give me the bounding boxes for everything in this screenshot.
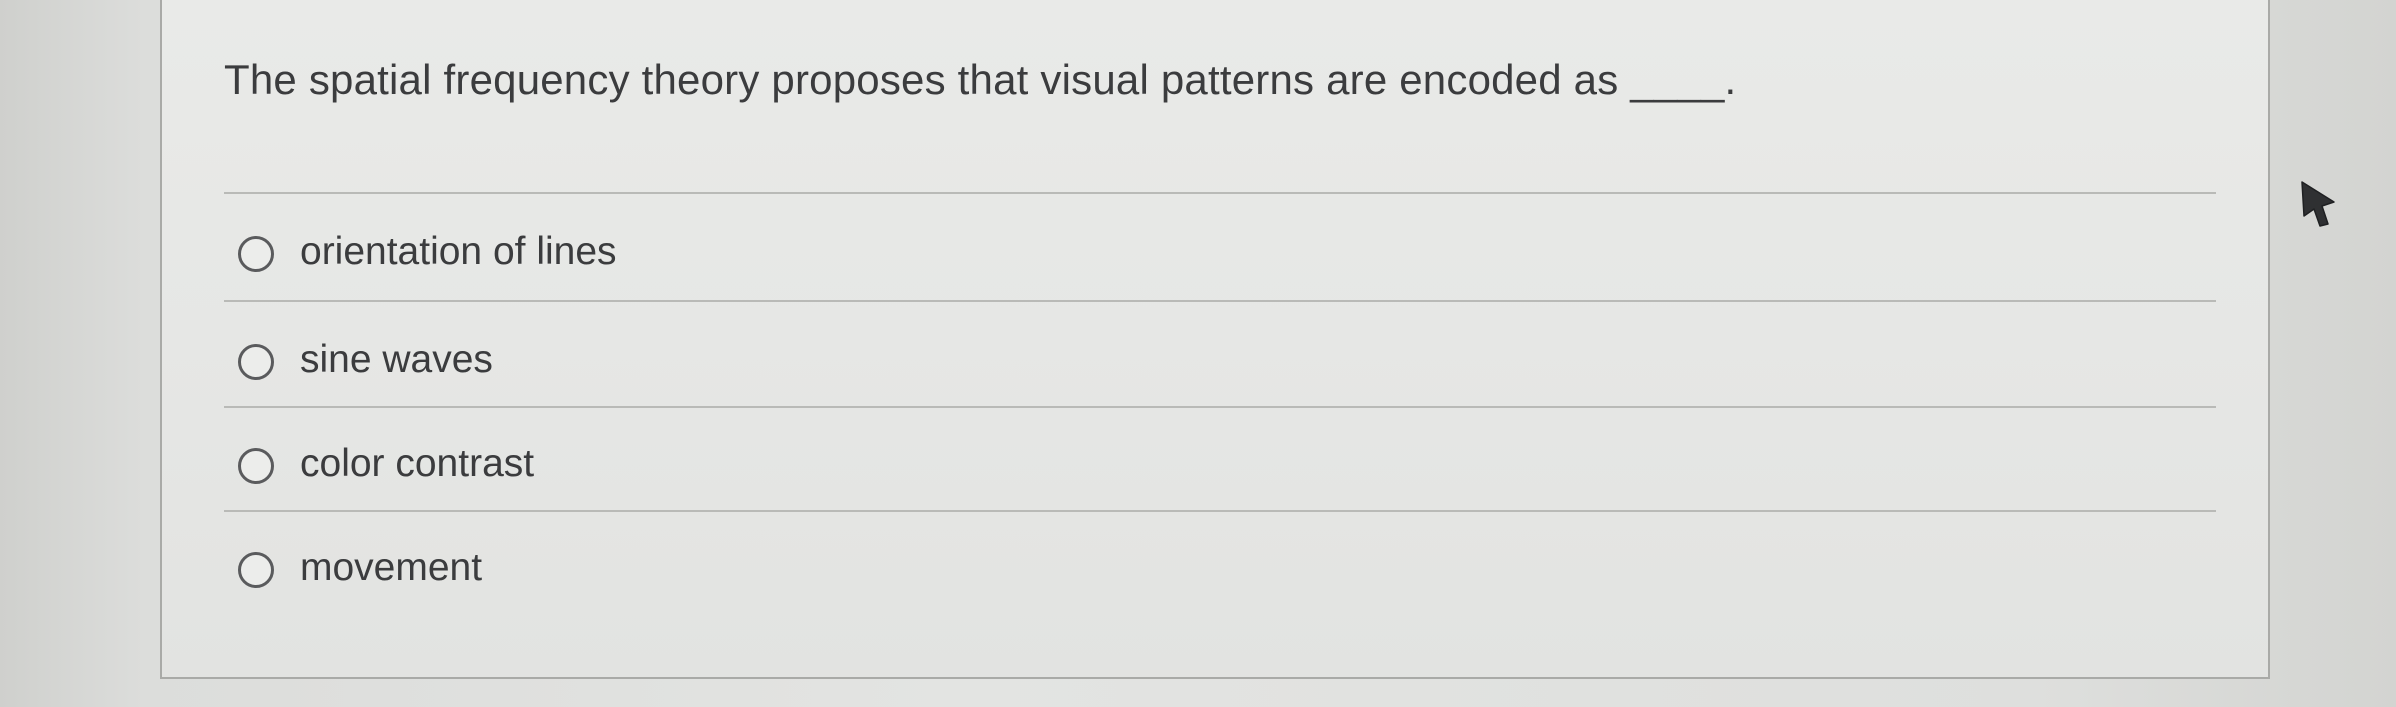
question-card: The spatial frequency theory proposes th… [160, 0, 2270, 679]
option-label: sine waves [300, 338, 493, 381]
radio-button[interactable] [238, 236, 274, 272]
option-label: movement [300, 546, 483, 589]
divider [224, 406, 2216, 408]
answer-option-orientation-of-lines[interactable]: orientation of lines [224, 202, 2216, 306]
radio-button[interactable] [238, 448, 274, 484]
answer-option-movement[interactable]: movement [224, 518, 2216, 622]
mouse-pointer-icon [2301, 181, 2335, 227]
radio-button[interactable] [238, 344, 274, 380]
divider [224, 192, 2216, 194]
radio-button[interactable] [238, 552, 274, 588]
answer-option-color-contrast[interactable]: color contrast [224, 414, 2216, 518]
option-label: color contrast [300, 442, 535, 485]
option-label: orientation of lines [300, 230, 617, 273]
question-text: The spatial frequency theory proposes th… [224, 56, 1737, 103]
divider [224, 510, 2216, 512]
divider [224, 300, 2216, 302]
answer-option-sine-waves[interactable]: sine waves [224, 310, 2216, 414]
